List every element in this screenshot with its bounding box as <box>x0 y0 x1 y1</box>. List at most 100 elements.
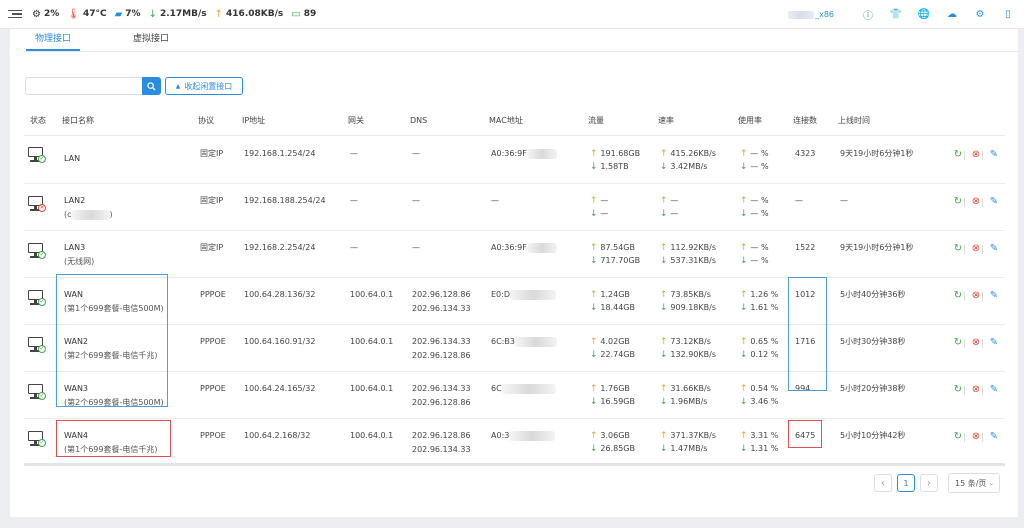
reconnect-icon[interactable]: ↻ <box>952 337 964 349</box>
dns-primary: 202.96.134.33 <box>412 337 471 346</box>
dns-primary: — <box>412 243 420 252</box>
temperature-stat: 🌡 47°C <box>67 8 107 20</box>
col-connections: 连接数 <box>793 116 817 125</box>
table-row: ✓ WAN (第1个699套餐-电信500M) PPPOE 100.64.28.136/… <box>24 278 1005 325</box>
arrow-down-icon: ↓ <box>660 397 671 407</box>
document-icon[interactable]: ▯ <box>1002 9 1014 21</box>
action-separator <box>982 151 983 160</box>
arrow-down-icon: ↓ <box>740 397 751 407</box>
horizontal-scrollbar[interactable] <box>24 463 1005 466</box>
info-icon[interactable]: ⓘ <box>862 9 874 22</box>
usage-down-value: 1.61 % <box>750 303 779 312</box>
arrow-up-icon: ↑ <box>740 243 751 253</box>
arrow-down-icon: ↓ <box>590 444 601 454</box>
download-stat: ↓ 2.17MB/s <box>148 8 207 20</box>
edit-icon[interactable]: ✎ <box>988 243 1000 255</box>
usage-down: ↓ 0.12 % <box>740 349 778 361</box>
arrow-up-icon: ↑ <box>590 337 601 347</box>
reconnect-icon[interactable]: ↻ <box>952 431 964 443</box>
disconnect-icon[interactable]: ⊗ <box>970 196 982 208</box>
mac-address: 6C:B3 <box>491 336 557 348</box>
interfaces-panel: 物理接口 虚拟接口 ▲ 收起闲置接口 状态 接口名称 协议 IP地址 网关 DN… <box>10 29 1018 517</box>
page-number-current[interactable]: 1 <box>897 474 915 492</box>
protocol: 固定IP <box>200 196 224 205</box>
col-status: 状态 <box>30 116 46 125</box>
cpu-icon: ⚙ <box>32 8 41 20</box>
shirt-theme-icon[interactable]: 👕 <box>890 9 902 21</box>
rate-up: ↑ 112.92KB/s <box>660 242 716 254</box>
tab-physical-interfaces[interactable]: 物理接口 <box>26 29 81 51</box>
dns-secondary: 202.96.134.33 <box>412 445 471 454</box>
edit-icon[interactable]: ✎ <box>988 149 1000 161</box>
menu-toggle-icon[interactable] <box>8 7 22 21</box>
traffic-down-value: — <box>600 209 609 218</box>
edit-icon[interactable]: ✎ <box>988 196 1000 208</box>
masked-mac <box>514 336 557 347</box>
traffic-down-value: 16.59GB <box>600 397 635 406</box>
globe-icon[interactable]: 🌐 <box>918 9 930 21</box>
top-right-tools: _x86 ⓘ 👕 🌐 ☁ ⚙ ▯ <box>788 0 1014 29</box>
arrow-down-icon: ↓ <box>740 303 751 313</box>
arrow-up-icon: ↑ <box>590 384 601 394</box>
usage-up: ↑ 0.65 % <box>740 336 778 348</box>
reconnect-icon[interactable]: ↻ <box>952 196 964 208</box>
ip-address: 100.64.28.136/32 <box>244 290 316 299</box>
next-page-button[interactable]: › <box>920 474 938 492</box>
search-input[interactable] <box>25 77 143 95</box>
protocol: 固定IP <box>200 243 224 252</box>
collapse-idle-interfaces-button[interactable]: ▲ 收起闲置接口 <box>165 77 243 95</box>
disconnect-icon[interactable]: ⊗ <box>970 243 982 255</box>
reconnect-icon[interactable]: ↻ <box>952 290 964 302</box>
disconnect-icon[interactable]: ⊗ <box>970 431 982 443</box>
reconnect-icon[interactable]: ↻ <box>952 384 964 396</box>
col-dns: DNS <box>410 116 428 125</box>
memory-stat: ▰ 7% <box>114 8 141 20</box>
arrow-down-icon: ↓ <box>590 397 601 407</box>
mac-address: A0:36:9F <box>491 242 557 254</box>
ip-address: 100.64.160.91/32 <box>244 337 316 346</box>
settings-gear-icon[interactable]: ⚙ <box>974 9 986 21</box>
usage-down-value: 1.31 % <box>750 444 779 453</box>
arrow-down-icon: ↓ <box>148 8 157 20</box>
traffic-down: ↓ 1.58TB <box>590 161 629 173</box>
col-interface-name: 接口名称 <box>62 116 94 125</box>
tab-virtual-interfaces[interactable]: 虚拟接口 <box>124 29 178 51</box>
dns-secondary: 202.96.134.33 <box>412 304 471 313</box>
disconnect-icon[interactable]: ⊗ <box>970 149 982 161</box>
highlight-wan-connections <box>788 277 827 391</box>
disconnect-icon[interactable]: ⊗ <box>970 290 982 302</box>
masked-mac <box>526 242 557 253</box>
description-tail: ) <box>109 210 113 219</box>
reconnect-icon[interactable]: ↻ <box>952 149 964 161</box>
edit-icon[interactable]: ✎ <box>988 290 1000 302</box>
gateway: 100.64.0.1 <box>350 290 394 299</box>
prev-page-button[interactable]: ‹ <box>874 474 892 492</box>
search-button[interactable] <box>142 77 161 95</box>
traffic-down: ↓ 16.59GB <box>590 396 635 408</box>
action-separator <box>964 198 965 207</box>
usage-down-value: 0.12 % <box>750 350 779 359</box>
arrow-down-icon: ↓ <box>660 350 671 360</box>
interface-connected-icon: ✓ <box>28 337 46 353</box>
traffic-down: ↓ 22.74GB <box>590 349 635 361</box>
cloud-upload-icon[interactable]: ☁ <box>946 9 958 21</box>
reconnect-icon[interactable]: ↻ <box>952 243 964 255</box>
arrow-up-icon: ↑ <box>590 243 601 253</box>
interface-disconnected-icon: ✕ <box>28 196 46 212</box>
interface-name: LAN <box>64 154 81 163</box>
interface-description: (c) <box>64 209 113 221</box>
protocol: PPPOE <box>200 431 226 440</box>
arrow-up-icon: ↑ <box>740 290 751 300</box>
description-text: (c <box>64 210 72 219</box>
traffic-down-value: 22.74GB <box>600 350 635 359</box>
connection-count: 1522 <box>795 243 816 252</box>
disconnect-icon[interactable]: ⊗ <box>970 384 982 396</box>
edit-icon[interactable]: ✎ <box>988 431 1000 443</box>
edit-icon[interactable]: ✎ <box>988 337 1000 349</box>
traffic-up-value: 4.02GB <box>600 337 630 346</box>
mac-address: A0:3 <box>491 430 556 442</box>
edit-icon[interactable]: ✎ <box>988 384 1000 396</box>
page-size-select[interactable]: 15 条/页 ⌄ <box>948 473 1000 493</box>
thermometer-icon: 🌡 <box>67 8 80 20</box>
disconnect-icon[interactable]: ⊗ <box>970 337 982 349</box>
